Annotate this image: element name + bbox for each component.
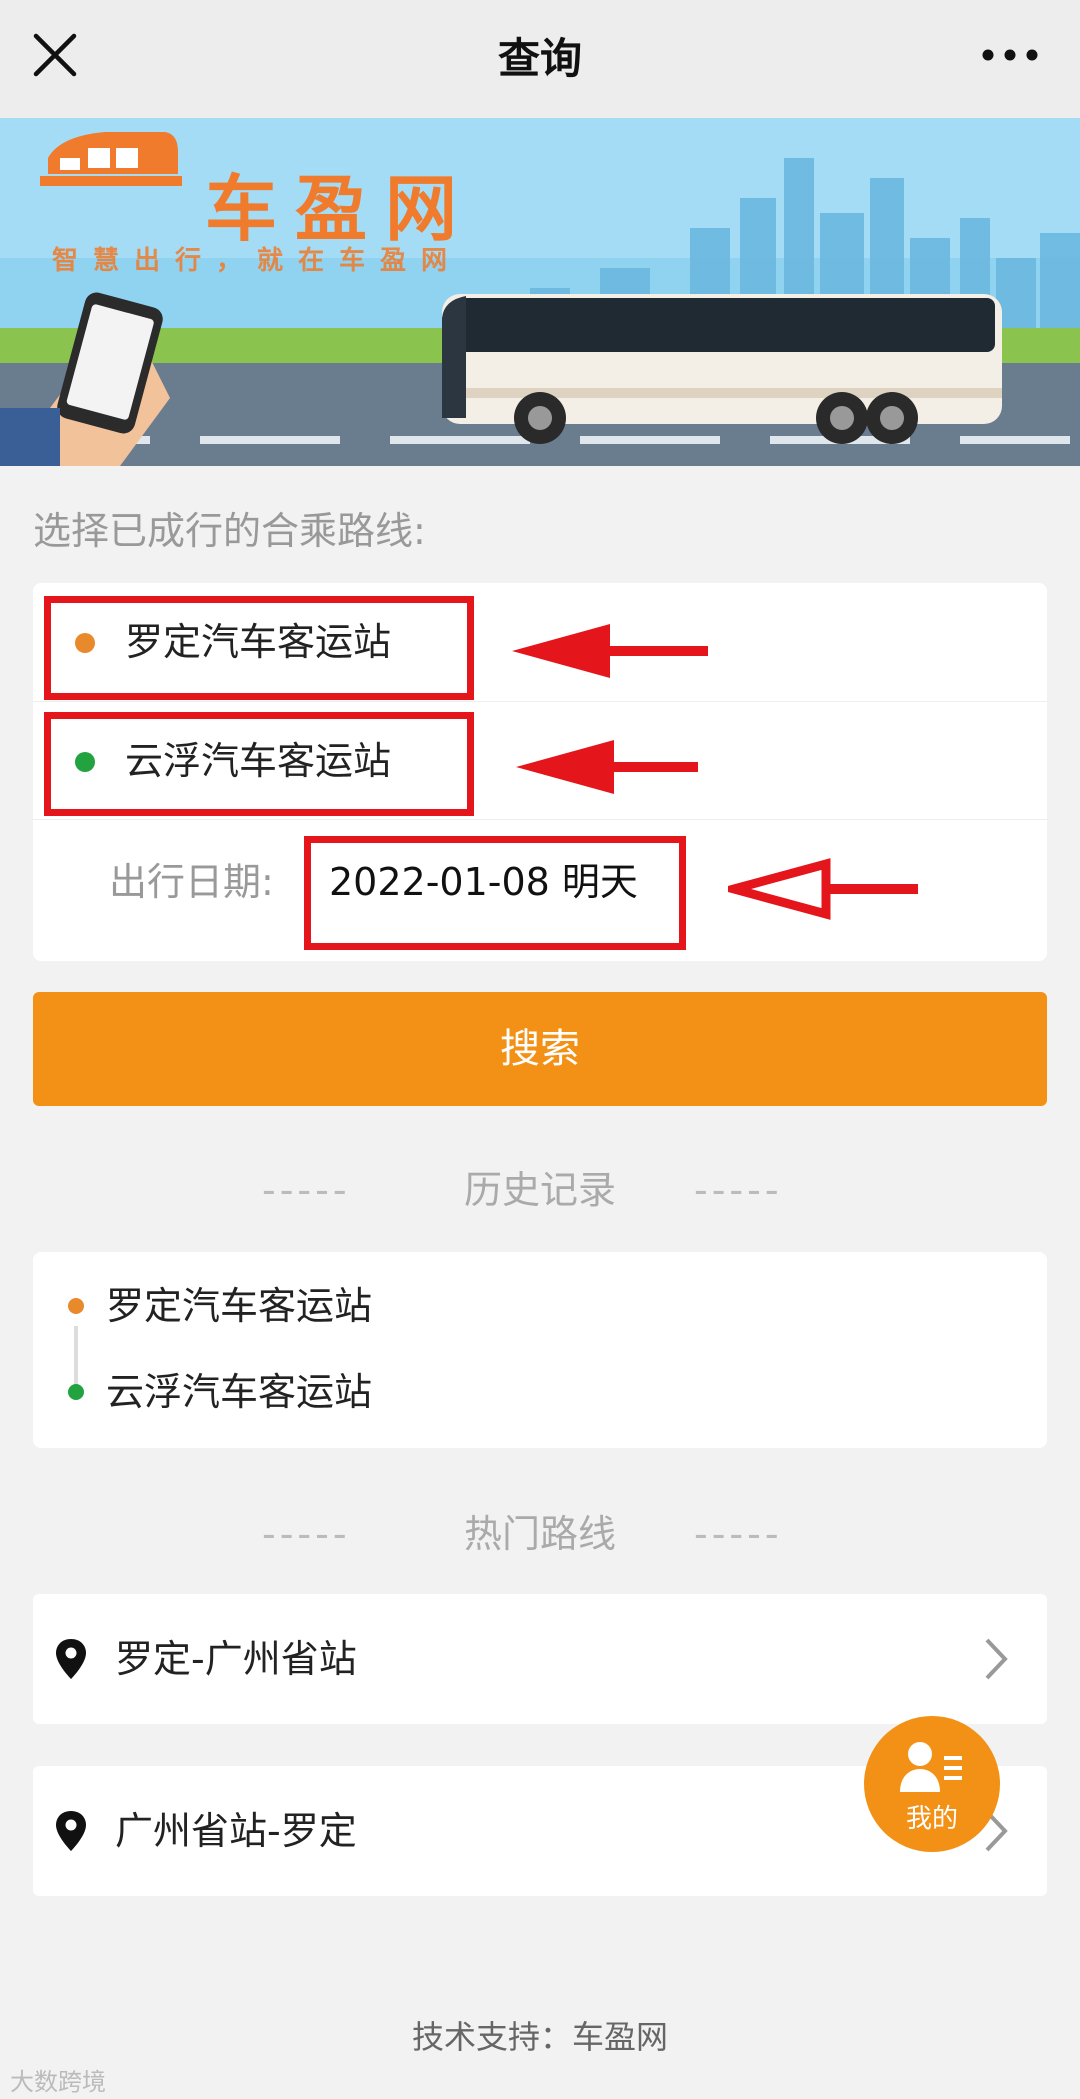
nav-bar: 查询 <box>0 0 1080 118</box>
hot-route-label: 广州省站-罗定 <box>115 1809 357 1853</box>
my-account-label: 我的 <box>905 1803 958 1833</box>
history-connector <box>74 1326 78 1388</box>
user-list-icon <box>900 1742 962 1792</box>
annotation-box-origin <box>44 596 474 700</box>
watermark: 大数跨境 <box>10 2068 106 2096</box>
divider-dash-right: ----- <box>694 1512 783 1556</box>
divider-dash-right: ----- <box>694 1168 783 1212</box>
banner-illustration <box>0 118 1080 466</box>
history-origin: 罗定汽车客运站 <box>106 1284 373 1328</box>
location-pin-icon <box>56 1811 86 1851</box>
brand-slogan: 智慧出行，就在车盈网 <box>52 246 463 276</box>
location-pin-icon <box>56 1639 86 1679</box>
history-item[interactable]: 罗定汽车客运站 云浮汽车客运站 <box>33 1252 1047 1448</box>
history-destination-dot-icon <box>68 1384 84 1400</box>
hot-route-label: 罗定-广州省站 <box>115 1637 357 1681</box>
history-divider: ----- 历史记录 ----- <box>0 1160 1080 1220</box>
my-account-button[interactable]: 我的 <box>864 1716 1000 1852</box>
annotation-box-destination <box>44 712 474 816</box>
chevron-right-icon <box>985 1638 1008 1680</box>
more-dots-icon[interactable] <box>980 40 1040 70</box>
history-title: 历史记录 <box>463 1168 616 1212</box>
footer-credit: 技术支持：车盈网 <box>411 2018 668 2056</box>
hot-route-item[interactable]: 罗定-广州省站 <box>33 1594 1047 1724</box>
divider-dash-left: ----- <box>262 1512 351 1556</box>
date-label: 出行日期: <box>109 860 274 904</box>
divider-dash-left: ----- <box>262 1168 351 1212</box>
page-title: 查询 <box>497 34 582 83</box>
route-section-label: 选择已成行的合乘路线: <box>33 509 426 553</box>
search-button[interactable]: 搜索 <box>33 992 1047 1106</box>
promo-banner: 车盈网 智慧出行，就在车盈网 <box>0 118 1080 466</box>
annotation-box-date <box>304 836 686 950</box>
annotation-arrow-icon <box>512 624 708 678</box>
annotation-arrow-icon <box>516 740 698 794</box>
history-destination: 云浮汽车客运站 <box>106 1370 373 1414</box>
annotation-arrow-icon <box>728 858 918 920</box>
hot-routes-title: 热门路线 <box>463 1512 616 1556</box>
history-origin-dot-icon <box>68 1298 84 1314</box>
hot-routes-divider: ----- 热门路线 ----- <box>0 1504 1080 1564</box>
